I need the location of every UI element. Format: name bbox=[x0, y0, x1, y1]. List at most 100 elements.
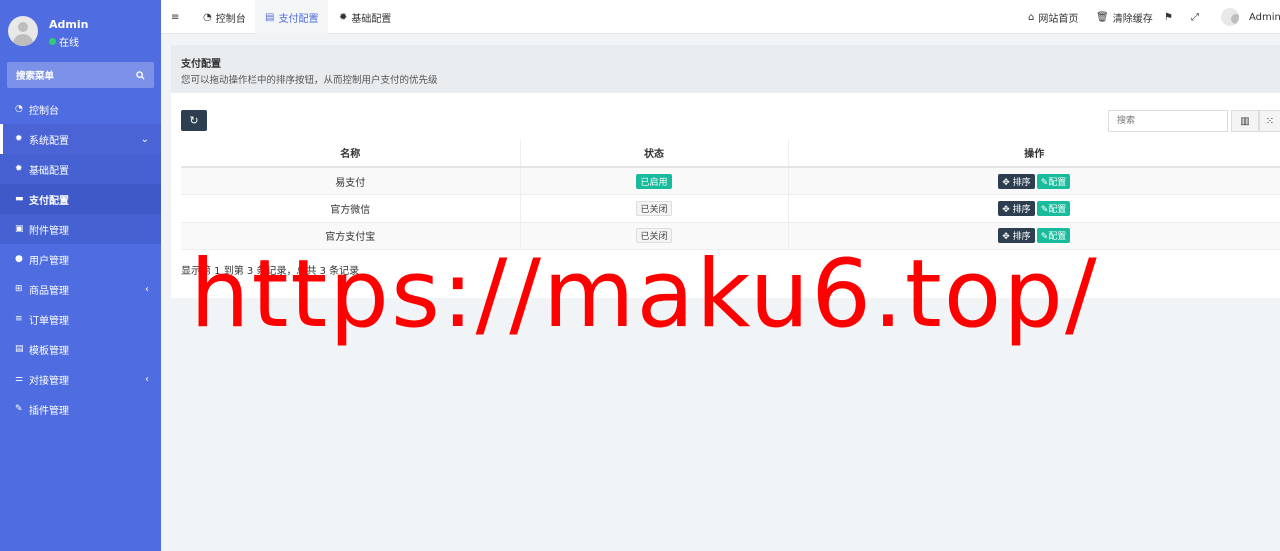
tab-basic-config[interactable]: ✹ 基础配置 bbox=[339, 0, 391, 34]
sidebar-item-label: 订单管理 bbox=[29, 315, 69, 327]
refresh-button[interactable]: ↻ bbox=[181, 110, 207, 131]
columns-toggle-button[interactable]: ▥ bbox=[1231, 110, 1259, 132]
sidebar-item-basic-config[interactable]: ✹ 基础配置 bbox=[0, 154, 161, 184]
sort-label: 排序 bbox=[1012, 177, 1031, 188]
config-label: 配置 bbox=[1048, 204, 1067, 215]
page-title: 支付配置 bbox=[181, 59, 221, 70]
home-icon: ⌂ bbox=[1028, 11, 1035, 23]
sidebar-item-dashboard[interactable]: ◔ 控制台 bbox=[0, 94, 161, 124]
clear-cache-label: 清除缓存 bbox=[1112, 13, 1153, 25]
sort-button[interactable]: ✥ 排序 bbox=[998, 173, 1035, 189]
user-icon: ● bbox=[15, 254, 23, 264]
trash-icon: 🗑 bbox=[1096, 11, 1109, 23]
sidebar-item-label: 附件管理 bbox=[29, 225, 69, 237]
user-menu[interactable]: Admin bbox=[1221, 0, 1280, 34]
sidebar-item-plugins[interactable]: ✎ 插件管理 bbox=[0, 394, 161, 424]
column-header-name[interactable]: 名称 bbox=[181, 139, 521, 168]
status-badge[interactable]: 已启用 bbox=[636, 173, 672, 189]
clear-cache-button[interactable]: 🗑 清除缓存 bbox=[1096, 0, 1153, 34]
sidebar-item-label: 控制台 bbox=[29, 105, 59, 117]
home-link[interactable]: ⌂ 网站首页 bbox=[1028, 0, 1078, 34]
card-icon: ▤ bbox=[265, 11, 275, 23]
sidebar-item-label: 商品管理 bbox=[29, 285, 69, 297]
sidebar-item-label: 系统配置 bbox=[29, 135, 69, 147]
move-icon: ✥ bbox=[1002, 204, 1010, 215]
content-header: 支付配置 您可以拖动操作栏中的排序按钮，从而控制用户支付的优先级 bbox=[171, 45, 1280, 93]
sort-button[interactable]: ✥ 排序 bbox=[998, 200, 1035, 216]
gear-icon: ✹ bbox=[339, 11, 348, 23]
cell-status: 已启用 bbox=[520, 167, 789, 195]
gear-icon: ✹ bbox=[15, 134, 23, 144]
sidebar-item-integrations[interactable]: ⚌ 对接管理 ‹ bbox=[0, 364, 161, 394]
columns-icon: ▥ bbox=[1240, 115, 1250, 127]
avatar bbox=[1221, 8, 1239, 26]
menu-search-input[interactable]: 搜索菜单 bbox=[7, 62, 154, 88]
user-name: Admin bbox=[49, 18, 89, 31]
menu-toggle-icon[interactable]: ≡ bbox=[171, 0, 179, 34]
tab-label: 控制台 bbox=[215, 13, 246, 25]
status-badge[interactable]: 已关闭 bbox=[636, 200, 672, 216]
user-status-label: 在线 bbox=[59, 38, 79, 49]
online-status-icon bbox=[49, 38, 56, 45]
config-label: 配置 bbox=[1048, 177, 1067, 188]
sidebar-item-label: 基础配置 bbox=[29, 165, 69, 177]
sidebar-item-payment-config[interactable]: ▬ 支付配置 bbox=[0, 184, 161, 214]
cell-name: 官方微信 bbox=[181, 194, 521, 223]
tab-payment-config[interactable]: ▤ 支付配置 bbox=[255, 0, 329, 34]
sliders-icon: ⚌ bbox=[15, 374, 24, 384]
avatar bbox=[8, 16, 38, 46]
payment-table: 名称 状态 操作 易支付 已启用 ✥ 排序 ✎配置 官方微信 已关闭 ✥ 排序 ✎配… bbox=[181, 139, 1280, 250]
cell-actions: ✥ 排序 ✎配置 bbox=[788, 194, 1280, 223]
chevron-left-icon: ‹ bbox=[145, 283, 149, 295]
page-description: 您可以拖动操作栏中的排序按钮，从而控制用户支付的优先级 bbox=[181, 75, 438, 86]
config-button[interactable]: ✎配置 bbox=[1036, 200, 1071, 216]
sidebar-item-label: 支付配置 bbox=[29, 195, 69, 207]
sidebar-item-attachments[interactable]: ▣ 附件管理 bbox=[0, 214, 161, 244]
top-navbar: ≡ ◔ 控制台 ▤ 支付配置 ✹ 基础配置 ⌂ 网站首页 🗑 清除缓存 ⚑ ⤢ Admin bbox=[161, 0, 1280, 34]
language-icon[interactable]: ⚑ bbox=[1164, 0, 1173, 34]
refresh-icon: ↻ bbox=[189, 114, 199, 127]
sidebar-item-system-config[interactable]: ✹ 系统配置 ⌄ bbox=[0, 124, 161, 154]
table-row: 官方微信 已关闭 ✥ 排序 ✎配置 bbox=[181, 194, 1280, 223]
search-icon[interactable] bbox=[136, 70, 145, 80]
column-header-actions: 操作 bbox=[788, 139, 1280, 168]
card-icon: ▬ bbox=[15, 194, 24, 204]
fullscreen-icon[interactable]: ⤢ bbox=[1191, 0, 1199, 34]
grid-icon: ⁙ bbox=[1265, 115, 1275, 127]
cell-actions: ✥ 排序 ✎配置 bbox=[788, 167, 1280, 195]
table-search-input[interactable] bbox=[1108, 110, 1228, 132]
menu-search-label: 搜索菜单 bbox=[16, 71, 55, 82]
sidebar: Admin 在线 搜索菜单 ◔ 控制台 ✹ 系统配置 ⌄ ✹ 基础配置 ▬ 支付配置 ▣ 附… bbox=[0, 0, 161, 551]
cart-icon: ⊞ bbox=[15, 284, 23, 294]
template-icon: ▤ bbox=[15, 344, 24, 354]
sidebar-item-label: 用户管理 bbox=[29, 255, 69, 267]
sidebar-item-templates[interactable]: ▤ 模板管理 bbox=[0, 334, 161, 364]
sidebar-item-products[interactable]: ⊞ 商品管理 ‹ bbox=[0, 274, 161, 304]
sidebar-menu: ◔ 控制台 ✹ 系统配置 ⌄ ✹ 基础配置 ▬ 支付配置 ▣ 附件管理 ● 用户管理 ⊞ 商品管… bbox=[0, 94, 161, 424]
config-button[interactable]: ✎配置 bbox=[1036, 173, 1071, 189]
watermark-text: https://maku6.top/ bbox=[190, 240, 1099, 349]
move-icon: ✥ bbox=[1002, 177, 1010, 188]
dashboard-icon: ◔ bbox=[15, 104, 23, 114]
tab-label: 支付配置 bbox=[278, 13, 319, 25]
gear-icon: ✹ bbox=[15, 164, 23, 174]
table-row: 易支付 已启用 ✥ 排序 ✎配置 bbox=[181, 167, 1280, 195]
chevron-down-icon: ⌄ bbox=[140, 133, 149, 145]
sidebar-item-users[interactable]: ● 用户管理 bbox=[0, 244, 161, 274]
tab-dashboard[interactable]: ◔ 控制台 bbox=[203, 0, 246, 34]
file-icon: ▣ bbox=[15, 224, 24, 234]
export-button[interactable]: ⁙ bbox=[1259, 110, 1280, 132]
plug-icon: ✎ bbox=[15, 404, 23, 414]
sidebar-item-orders[interactable]: ≡ 订单管理 bbox=[0, 304, 161, 334]
cell-name: 易支付 bbox=[181, 167, 521, 195]
chevron-left-icon: ‹ bbox=[145, 373, 149, 385]
sidebar-item-label: 插件管理 bbox=[29, 405, 69, 417]
home-link-label: 网站首页 bbox=[1038, 13, 1079, 25]
dashboard-icon: ◔ bbox=[203, 11, 212, 23]
sidebar-item-label: 对接管理 bbox=[29, 375, 69, 387]
column-header-status[interactable]: 状态 bbox=[520, 139, 789, 168]
sidebar-item-label: 模板管理 bbox=[29, 345, 69, 357]
list-icon: ≡ bbox=[15, 314, 23, 324]
tab-label: 基础配置 bbox=[351, 13, 392, 25]
cell-status: 已关闭 bbox=[520, 194, 789, 223]
